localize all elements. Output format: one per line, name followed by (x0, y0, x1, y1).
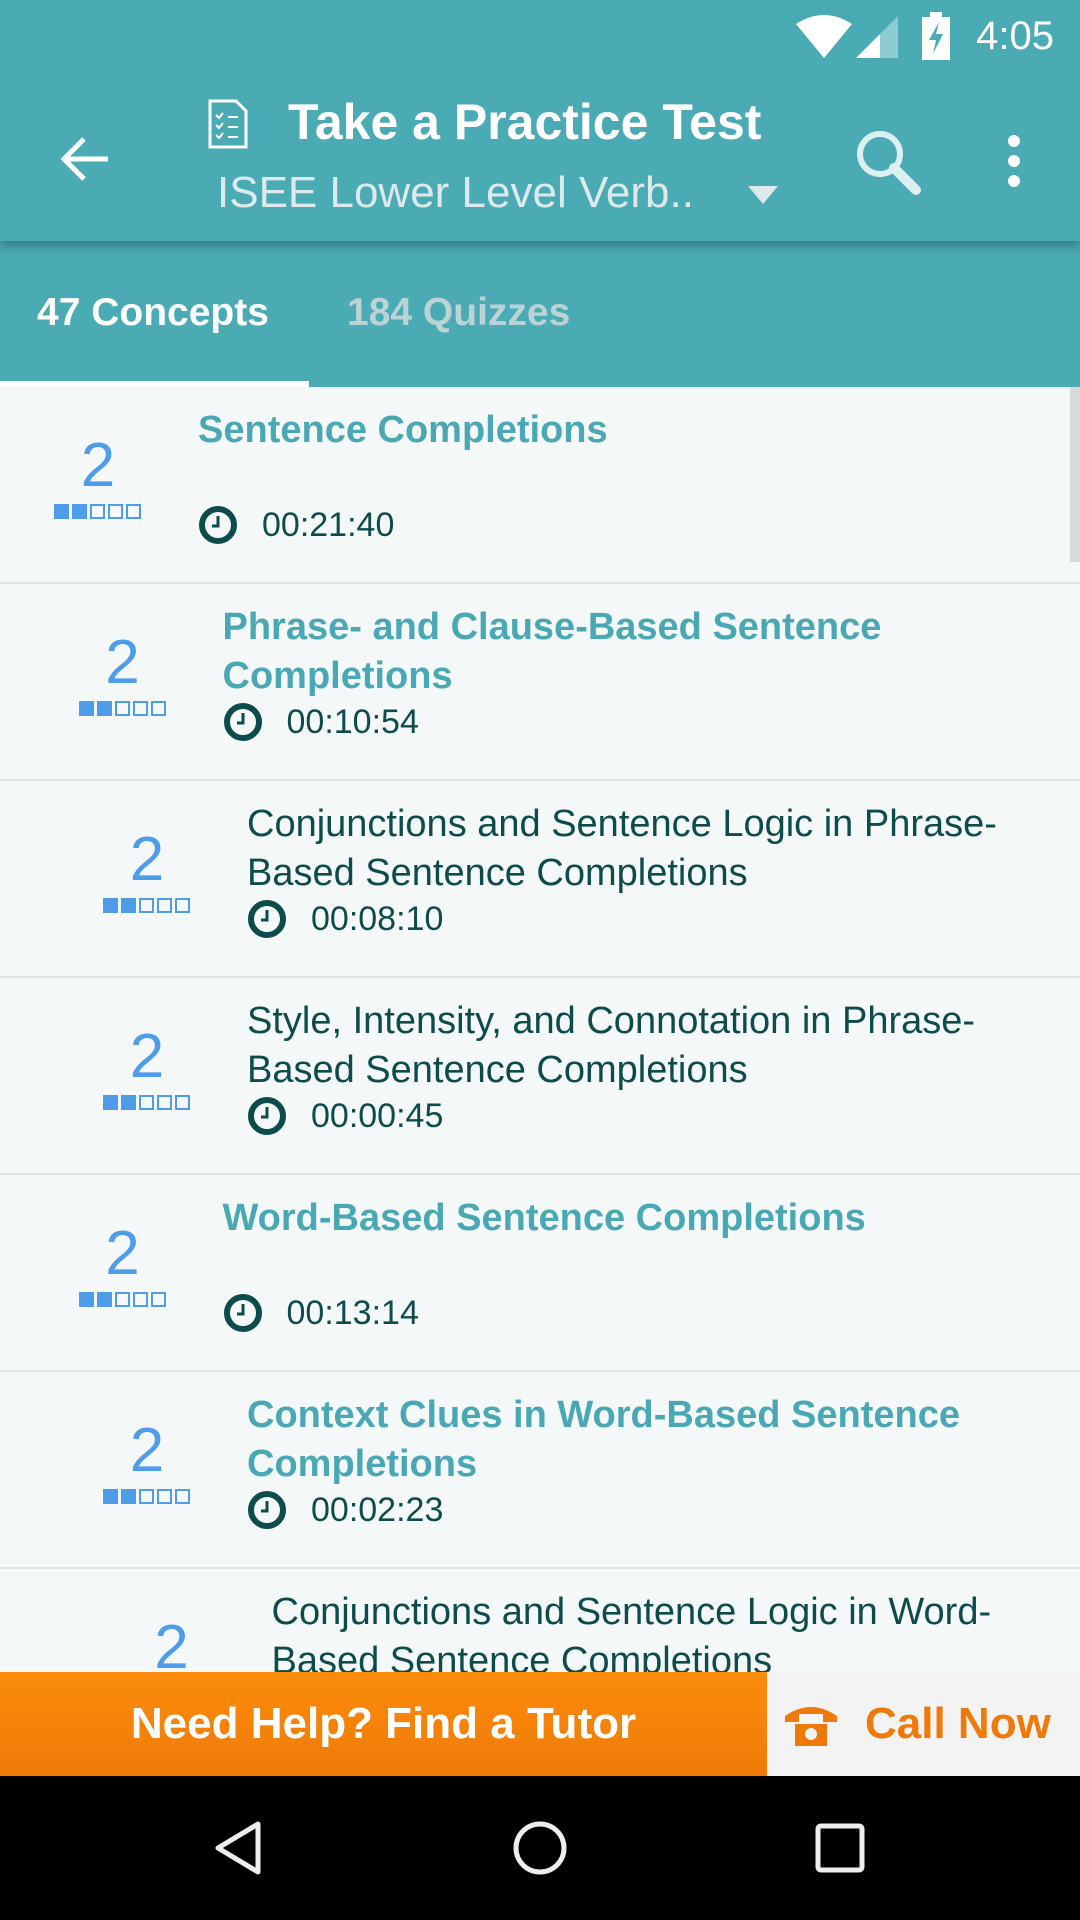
progress-indicator (78, 1292, 166, 1307)
progress-square (126, 504, 141, 519)
progress-square (175, 1489, 190, 1504)
progress-square (114, 1292, 130, 1307)
find-tutor-button[interactable]: Need Help? Find a Tutor (0, 1672, 767, 1776)
list-item[interactable]: 2 Conjunctions and Sentence Logic in Phr… (0, 781, 1080, 978)
concept-title: Style, Intensity, and Connotation in Phr… (247, 1000, 976, 1091)
call-now-label: Call Now (865, 1699, 1051, 1748)
quiz-count: 2 (105, 628, 140, 697)
progress-square (139, 1489, 154, 1504)
time-label: 00:00:45 (311, 1096, 444, 1135)
progress-square (175, 898, 190, 913)
concept-time: 00:21:40 (198, 505, 394, 545)
progress-indicator (103, 898, 190, 913)
progress-square (54, 504, 69, 519)
call-now-button[interactable]: Call Now (767, 1672, 1080, 1776)
concept-title: Sentence Completions (198, 409, 608, 451)
quiz-count: 2 (129, 1022, 165, 1091)
status-bar: 4:05 (0, 0, 1080, 73)
concept-time: 00:08:10 (247, 899, 443, 939)
quiz-count: 2 (129, 1416, 165, 1485)
quiz-count: 2 (129, 825, 165, 894)
progress-square (150, 1292, 166, 1307)
clock-icon (223, 1294, 262, 1332)
progress-square (121, 1095, 136, 1110)
quiz-count: 2 (80, 431, 116, 500)
progress-indicator (54, 504, 141, 519)
clock-icon (199, 506, 237, 544)
tab-concepts[interactable]: 47 Concepts (37, 291, 269, 335)
phone-icon (785, 1707, 837, 1746)
concept-title: Context Clues in Word-Based Sentence Com… (247, 1394, 960, 1485)
progress-square (103, 898, 118, 913)
clock-icon (248, 1097, 286, 1135)
concept-title: Conjunctions and Sentence Logic in Phras… (247, 803, 997, 894)
concept-time: 00:13:14 (223, 1293, 419, 1333)
progress-square (78, 1292, 94, 1307)
concept-time: 00:10:54 (223, 702, 419, 742)
scrollbar[interactable] (1070, 387, 1080, 562)
progress-indicator (78, 701, 166, 716)
progress-square (175, 1095, 190, 1110)
page-title: Take a Practice Test (288, 94, 762, 150)
concept-time: 00:02:23 (247, 1490, 443, 1530)
wifi-icon (796, 15, 852, 58)
subject-dropdown[interactable]: ISEE Lower Level Verb.. (217, 168, 694, 218)
clock-icon (223, 703, 262, 741)
help-banner: Need Help? Find a Tutor Call Now (0, 1672, 1080, 1776)
time-label: 00:10:54 (286, 702, 419, 741)
progress-square (150, 701, 166, 716)
back-nav-icon[interactable] (212, 1820, 264, 1876)
navigation-bar (0, 1776, 1080, 1920)
list-item[interactable]: 2 Style, Intensity, and Connotation in P… (0, 978, 1080, 1175)
progress-square (121, 1489, 136, 1504)
signal-icon (856, 16, 898, 58)
time-label: 00:02:23 (311, 1490, 444, 1529)
progress-square (114, 701, 130, 716)
progress-square (132, 701, 148, 716)
search-icon[interactable] (854, 128, 924, 198)
progress-square (90, 504, 105, 519)
progress-square (132, 1292, 148, 1307)
list-item[interactable]: 2 Context Clues in Word-Based Sentence C… (0, 1372, 1080, 1569)
clock-icon (248, 1491, 286, 1529)
list-item[interactable]: 2 Sentence Completions 00:21:40 (0, 387, 1080, 584)
quiz-count: 2 (105, 1219, 140, 1288)
tab-quizzes[interactable]: 184 Quizzes (347, 291, 570, 335)
progress-square (157, 1489, 172, 1504)
progress-square (103, 1489, 118, 1504)
progress-square (72, 504, 87, 519)
more-vert-icon[interactable] (1002, 133, 1026, 189)
concept-title: Phrase- and Clause-Based Sentence Comple… (222, 606, 882, 697)
list-item[interactable]: 2 Word-Based Sentence Completions 00:13:… (0, 1175, 1080, 1372)
document-checklist-icon (208, 99, 248, 149)
battery-charging-icon (922, 12, 950, 60)
progress-square (96, 1292, 112, 1307)
dropdown-triangle-icon[interactable] (748, 186, 778, 206)
progress-indicator (103, 1095, 190, 1110)
progress-square (139, 898, 154, 913)
list-item[interactable]: 2 Phrase- and Clause-Based Sentence Comp… (0, 584, 1080, 781)
time-label: 00:21:40 (262, 505, 395, 544)
progress-square (103, 1095, 118, 1110)
app-bar: Take a Practice Test ISEE Lower Level Ve… (0, 73, 1080, 241)
progress-square (139, 1095, 154, 1110)
recents-nav-icon[interactable] (814, 1822, 866, 1874)
progress-square (78, 701, 94, 716)
time-label: 00:08:10 (311, 899, 444, 938)
time-label: 00:13:14 (286, 1293, 419, 1332)
concept-time: 00:00:45 (247, 1096, 443, 1136)
progress-square (157, 1095, 172, 1110)
back-arrow-icon[interactable] (58, 133, 110, 185)
progress-indicator (103, 1489, 190, 1504)
progress-square (121, 898, 136, 913)
concept-title: Word-Based Sentence Completions (222, 1197, 866, 1239)
quiz-count: 2 (154, 1613, 189, 1682)
home-nav-icon[interactable] (512, 1820, 568, 1876)
progress-square (157, 898, 172, 913)
tab-bar: 47 Concepts 184 Quizzes (0, 241, 1080, 387)
progress-square (108, 504, 123, 519)
clock-icon (248, 900, 286, 938)
status-time: 4:05 (976, 14, 1054, 58)
progress-square (96, 701, 112, 716)
